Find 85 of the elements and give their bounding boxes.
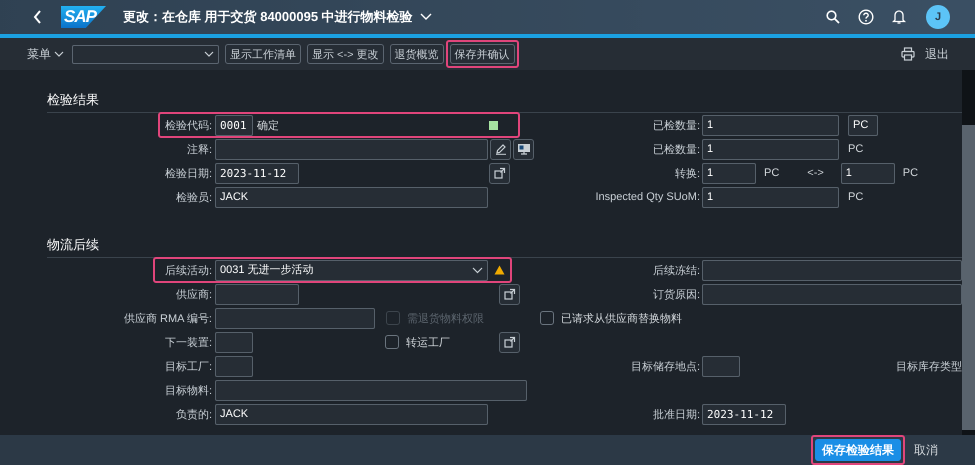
input-field[interactable]: 1 bbox=[840, 162, 895, 184]
field-label: 注释: bbox=[186, 144, 212, 156]
caret-icon bbox=[54, 51, 64, 57]
open-window-icon bbox=[504, 336, 516, 348]
toolbar-button[interactable]: 退货概览 bbox=[390, 44, 444, 64]
command-field[interactable] bbox=[72, 44, 219, 64]
screen-button[interactable] bbox=[513, 138, 534, 160]
field-label: 下一装置: bbox=[164, 336, 212, 348]
exit-button[interactable]: 退出 bbox=[925, 46, 949, 62]
input-field[interactable]: 0001 bbox=[215, 114, 253, 136]
input-field[interactable] bbox=[215, 356, 253, 376]
separator-text: <-> bbox=[807, 167, 824, 179]
field-label: 后续活动: bbox=[164, 264, 212, 276]
field-label: 检验员: bbox=[176, 192, 212, 204]
help-icon[interactable] bbox=[858, 9, 874, 25]
input-field[interactable] bbox=[215, 284, 299, 304]
input-field[interactable]: JACK bbox=[215, 404, 488, 424]
status-icon bbox=[489, 120, 498, 130]
caret-icon bbox=[204, 51, 214, 57]
field-label: Inspected Qty SUoM: bbox=[595, 191, 700, 203]
input-field[interactable] bbox=[215, 380, 527, 400]
checkbox[interactable] bbox=[540, 311, 554, 325]
open-window-icon bbox=[504, 288, 516, 300]
menu-button[interactable]: 菜单 bbox=[27, 46, 64, 62]
unit-field[interactable]: PC bbox=[848, 114, 878, 136]
checkbox-label: 需退货物料权限 bbox=[407, 312, 484, 326]
date-field[interactable]: 2023-11-12 bbox=[702, 404, 786, 424]
input-field[interactable] bbox=[702, 356, 740, 376]
field-label: 供应商 RMA 编号: bbox=[124, 312, 212, 324]
input-field[interactable]: 1 bbox=[702, 138, 839, 160]
unit-label: PC bbox=[902, 167, 918, 179]
avatar[interactable]: J bbox=[926, 5, 950, 29]
section-title: 检验结果 bbox=[47, 91, 100, 109]
field-label: 已检数量: bbox=[652, 120, 700, 132]
input-field[interactable]: 1 bbox=[702, 186, 839, 208]
unit-label: PC bbox=[848, 143, 864, 155]
field-label: 目标储存地点: bbox=[630, 360, 700, 372]
footer-button[interactable]: 取消 bbox=[907, 439, 945, 461]
field-label: 目标库存类型 bbox=[896, 360, 962, 374]
field-label: 检验日期: bbox=[164, 168, 212, 180]
date-field[interactable]: 2023-11-12 bbox=[215, 162, 299, 184]
input-field[interactable] bbox=[215, 332, 253, 352]
dropdown-field[interactable]: 0031 无进一步活动 bbox=[215, 260, 488, 280]
open-button[interactable] bbox=[499, 284, 520, 304]
field-label: 订货原因: bbox=[652, 288, 700, 300]
input-field[interactable] bbox=[215, 138, 488, 160]
unit-label: PC bbox=[848, 191, 864, 203]
scrollbar-thumb[interactable] bbox=[962, 125, 975, 430]
field-label: 批准日期: bbox=[652, 408, 700, 420]
input-field[interactable]: 1 bbox=[702, 162, 756, 184]
field-label: 供应商: bbox=[176, 288, 212, 300]
search-icon[interactable] bbox=[826, 10, 840, 24]
window-title: 更改：在仓库 用于交货 84000095 中进行物料检验 bbox=[123, 8, 413, 26]
field-label: 已检数量: bbox=[652, 144, 700, 156]
checkbox-label: 已请求从供应商替换物料 bbox=[561, 312, 682, 326]
unit-label: PC bbox=[764, 167, 780, 179]
bell-icon[interactable] bbox=[892, 9, 906, 25]
field-label: 目标工厂: bbox=[164, 360, 212, 372]
open-button[interactable] bbox=[489, 162, 510, 184]
pencil-icon bbox=[494, 143, 506, 155]
monitor-icon bbox=[516, 143, 530, 155]
input-field[interactable]: JACK bbox=[215, 186, 488, 208]
open-button[interactable] bbox=[499, 332, 520, 352]
input-field[interactable] bbox=[702, 284, 962, 304]
input-field[interactable] bbox=[215, 308, 375, 328]
field-label: 转换: bbox=[674, 168, 700, 180]
field-description: 确定 bbox=[257, 118, 279, 132]
caret-icon[interactable] bbox=[420, 13, 432, 21]
edit-button[interactable] bbox=[490, 138, 511, 160]
field-label: 目标物料: bbox=[164, 384, 212, 396]
open-window-icon bbox=[494, 167, 506, 179]
caret-icon bbox=[472, 266, 483, 274]
toolbar-button[interactable]: 保存并确认 bbox=[450, 44, 515, 64]
input-field[interactable] bbox=[702, 260, 962, 280]
toolbar-button[interactable]: 显示 <-> 更改 bbox=[307, 44, 384, 64]
field-label: 后续冻结: bbox=[652, 264, 700, 276]
field-label: 负责的: bbox=[176, 408, 212, 420]
warning-icon bbox=[494, 265, 505, 275]
checkbox-label: 转运工厂 bbox=[406, 336, 450, 350]
section-title: 物流后续 bbox=[47, 236, 100, 254]
input-field[interactable]: 1 bbox=[702, 114, 839, 136]
printer-icon[interactable] bbox=[901, 47, 915, 61]
toolbar-button[interactable]: 显示工作清单 bbox=[225, 44, 301, 64]
field-label: 检验代码: bbox=[164, 120, 212, 132]
checkbox[interactable] bbox=[385, 335, 399, 349]
